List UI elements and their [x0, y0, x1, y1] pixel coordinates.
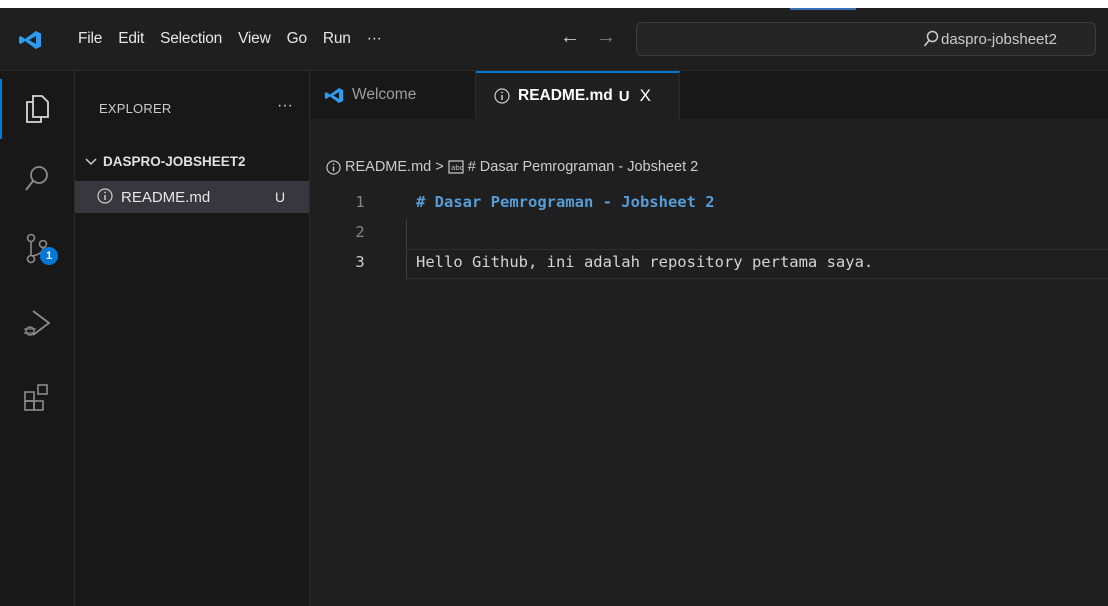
vscode-window: File Edit Selection View Go Run ··· ← → … [0, 8, 1108, 606]
search-activity[interactable] [0, 149, 74, 209]
editor-tabs: Welcome README.md U X [310, 71, 1108, 120]
nav-arrows: ← → [560, 26, 616, 49]
code-line-current: 3 Hello Github, ini adalah repository pe… [310, 249, 1108, 279]
code-line: 2 [310, 219, 1108, 249]
file-item-readme[interactable]: README.md U [75, 181, 309, 213]
info-icon [326, 159, 341, 175]
files-icon [26, 95, 49, 123]
menu-edit[interactable]: Edit [110, 30, 152, 48]
source-control-activity[interactable]: 1 [0, 219, 74, 279]
breadcrumb-file[interactable]: README.md [345, 159, 431, 175]
menu-more[interactable]: ··· [359, 30, 390, 48]
info-icon [494, 88, 510, 104]
file-status: U [275, 189, 286, 205]
indent-guide [406, 249, 407, 279]
title-accent [790, 8, 856, 10]
line-number: 2 [355, 223, 365, 241]
menu-view[interactable]: View [230, 30, 279, 48]
menu-selection[interactable]: Selection [152, 30, 230, 48]
title-bar: File Edit Selection View Go Run ··· ← → … [0, 8, 1108, 71]
explorer-activity[interactable] [0, 79, 74, 139]
run-debug-icon [24, 310, 51, 336]
extensions-activity[interactable] [0, 367, 74, 427]
folder-name: DASPRO-JOBSHEET2 [103, 154, 246, 169]
chevron-down-icon [85, 157, 97, 165]
tab-status: U [618, 87, 630, 105]
menu-file[interactable]: File [70, 30, 110, 48]
tab-label: Welcome [352, 86, 417, 103]
menu-go[interactable]: Go [279, 30, 315, 48]
string-symbol-icon: abc [448, 160, 464, 174]
indent-guide [406, 219, 407, 249]
tab-readme[interactable]: README.md U X [476, 71, 680, 119]
vscode-logo-icon [19, 31, 41, 49]
breadcrumb-separator: > [435, 159, 444, 175]
vscode-logo-icon [324, 87, 344, 103]
extensions-icon [24, 384, 48, 411]
menu-bar: File Edit Selection View Go Run ··· [70, 8, 390, 70]
source-control-badge: 1 [40, 247, 58, 265]
explorer-title: EXPLORER [99, 101, 172, 116]
folder-header[interactable]: DASPRO-JOBSHEET2 [85, 154, 246, 169]
search-icon [923, 30, 939, 47]
code-line: 1 # Dasar Pemrograman - Jobsheet 2 [310, 189, 1108, 219]
code-text: # Dasar Pemrograman - Jobsheet 2 [416, 193, 715, 211]
explorer-more-button[interactable]: ··· [277, 97, 293, 115]
code-text: Hello Github, ini adalah repository pert… [416, 253, 874, 271]
breadcrumb: README.md > abc # Dasar Pemrograman - Jo… [326, 159, 698, 175]
explorer-sidebar: EXPLORER ··· DASPRO-JOBSHEET2 README.md … [75, 71, 310, 606]
command-center-search[interactable]: daspro-jobsheet2 [636, 22, 1096, 56]
info-icon [97, 188, 113, 204]
forward-arrow-icon[interactable]: → [596, 26, 616, 49]
line-number: 3 [355, 253, 365, 271]
run-debug-activity[interactable] [0, 293, 74, 353]
tab-welcome[interactable]: Welcome [310, 71, 476, 119]
menu-run[interactable]: Run [315, 30, 359, 48]
editor-area[interactable]: 1 # Dasar Pemrograman - Jobsheet 2 2 3 H… [310, 119, 1108, 606]
search-icon [25, 166, 48, 191]
back-arrow-icon[interactable]: ← [560, 26, 580, 49]
breadcrumb-symbol[interactable]: # Dasar Pemrograman - Jobsheet 2 [468, 159, 699, 175]
search-text: daspro-jobsheet2 [941, 31, 1057, 48]
svg-text:abc: abc [451, 164, 464, 172]
line-number: 1 [355, 193, 365, 211]
activity-bar: 1 [0, 71, 75, 606]
close-icon[interactable]: X [640, 86, 651, 106]
file-name: README.md [121, 189, 211, 206]
active-indicator [0, 79, 2, 139]
tab-label: README.md [518, 87, 613, 104]
